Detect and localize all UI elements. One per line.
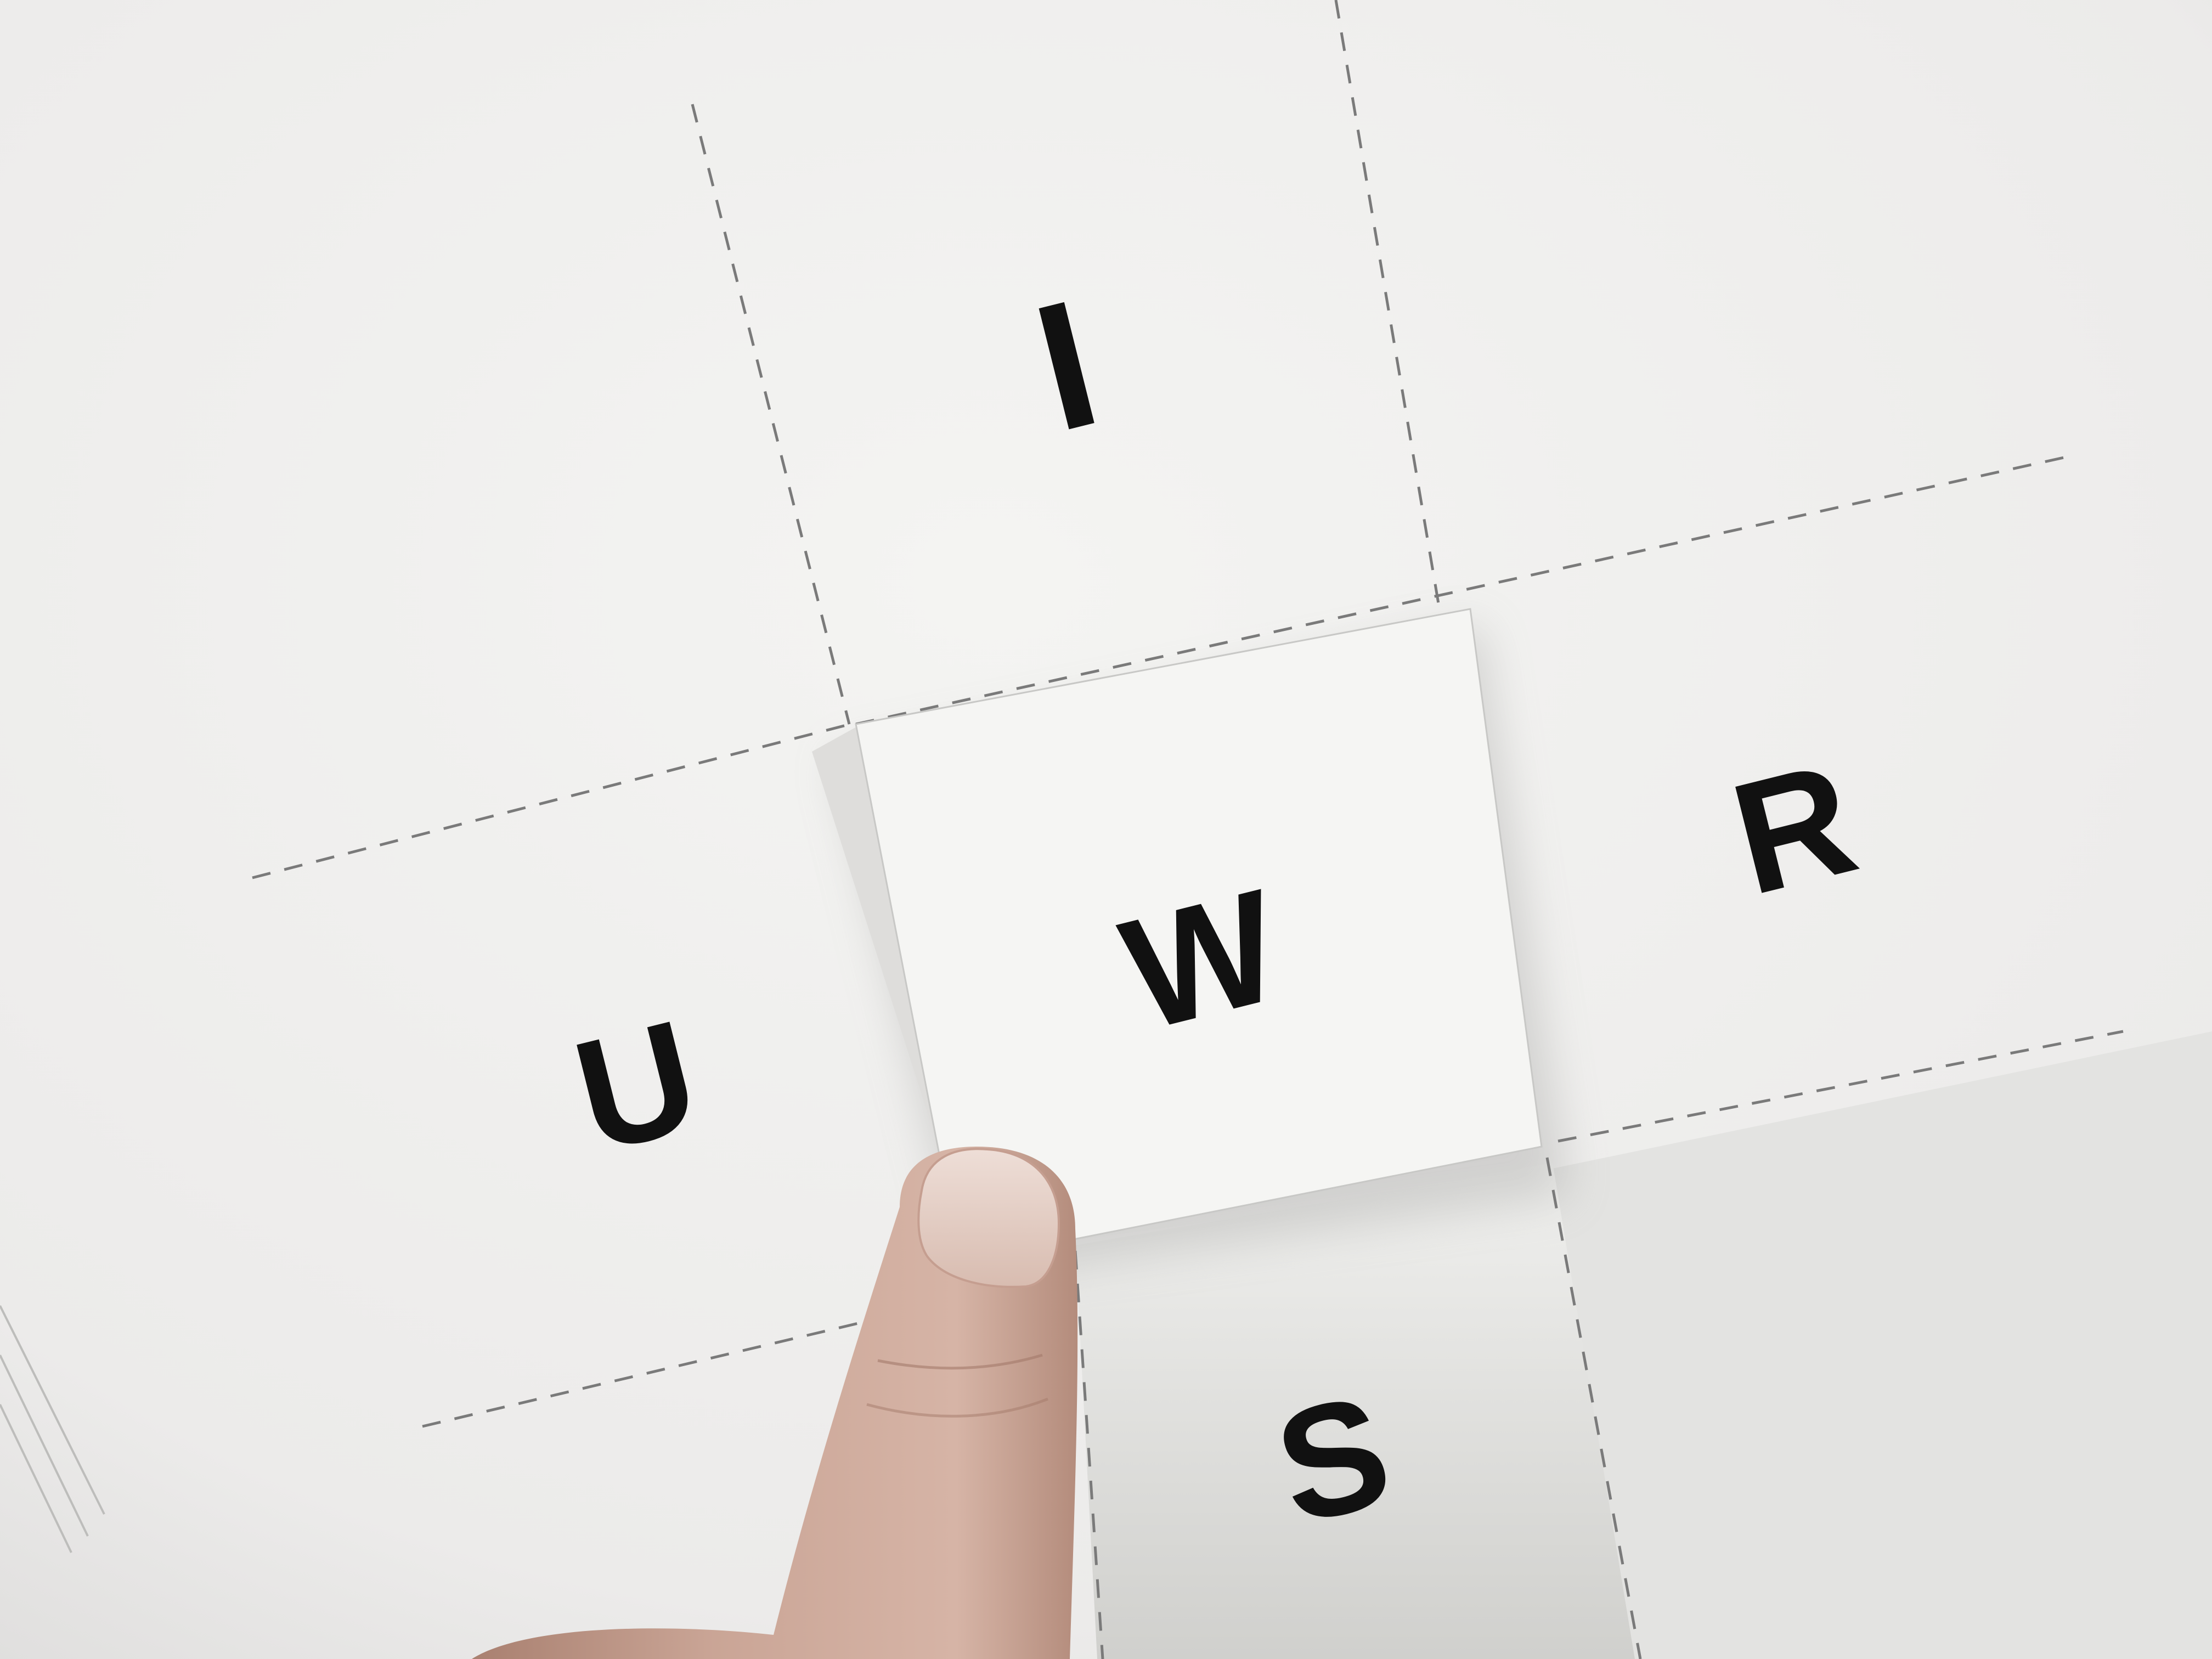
photo-scene: I U W R S — [0, 0, 2212, 1659]
fingernail — [917, 1148, 1060, 1288]
